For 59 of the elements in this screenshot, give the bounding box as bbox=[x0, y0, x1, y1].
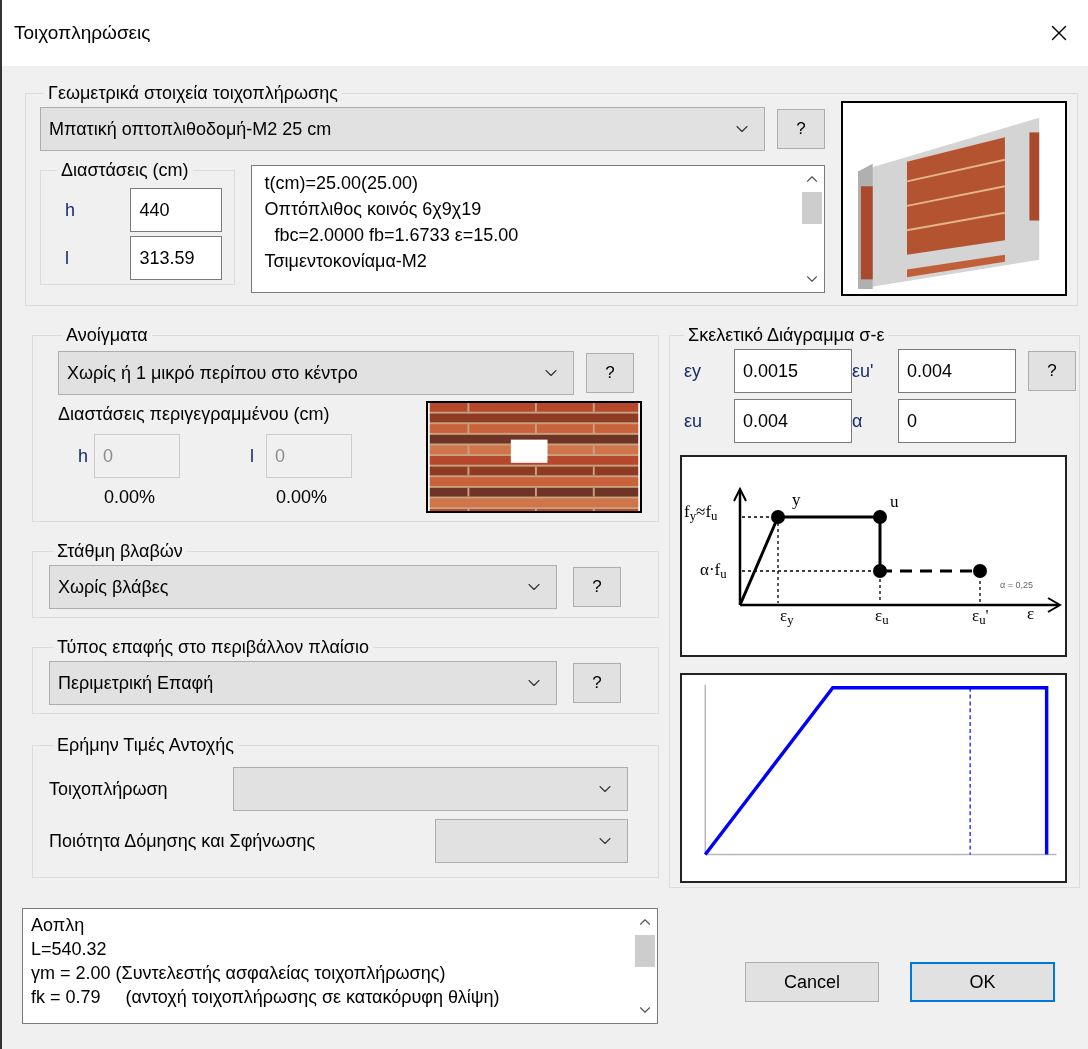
info-line: fbc=2.0000 fb=1.6733 ε=15.00 bbox=[273, 224, 520, 247]
field-label: l bbox=[249, 444, 255, 468]
scrollbar-thumb[interactable] bbox=[635, 935, 655, 967]
note-line: L=540.32 bbox=[31, 938, 108, 961]
text-field[interactable]: 0 bbox=[898, 399, 1016, 443]
field-label: εy bbox=[684, 359, 703, 383]
text-field[interactable]: 313.59 bbox=[130, 236, 223, 280]
scrollbar-thumb[interactable] bbox=[802, 192, 822, 224]
note-line: fk = 0.79 (αντοχή τοιχοπλήρωσης σε κατακόρυφη θλίψη) bbox=[31, 986, 501, 1009]
ultimate-point bbox=[873, 510, 887, 524]
help-button[interactable]: ? bbox=[586, 353, 634, 393]
end-point bbox=[973, 564, 987, 578]
dropdown[interactable]: Περιμετρική Επαφή bbox=[49, 661, 557, 705]
dropdown[interactable]: Χωρίς ή 1 μικρό περίπου στο κέντρο bbox=[58, 351, 574, 395]
note-line: γm = 2.00 (Συντελεστής ασφαλείας τοιχοπλήρωσης) bbox=[31, 962, 447, 985]
yield-point bbox=[771, 510, 785, 524]
field-label: h bbox=[64, 198, 76, 222]
group-label: Γεωμετρικά στοιχεία τοιχοπλήρωσης bbox=[47, 82, 339, 105]
group-label: Ερήμην Τιμές Αντοχής bbox=[56, 734, 235, 757]
field-label: h bbox=[77, 444, 89, 468]
field-label: εu bbox=[684, 409, 704, 433]
text-field[interactable]: 0.004 bbox=[734, 399, 852, 443]
group-label: Σκελετικό Διάγραμμα σ-ε bbox=[687, 324, 886, 347]
field-label: α bbox=[852, 409, 864, 433]
dialog-button[interactable]: OK bbox=[910, 962, 1055, 1002]
diagram-label: y bbox=[792, 491, 801, 508]
dialog-button[interactable]: Cancel bbox=[745, 962, 879, 1002]
note-line: Αοπλη bbox=[31, 914, 86, 937]
outline-label: Διαστάσεις περιγεγραμμένου (cm) bbox=[58, 403, 331, 426]
percent-value: 0.00% bbox=[276, 486, 328, 509]
field-label: l bbox=[64, 246, 70, 270]
field-label: εu' bbox=[852, 359, 875, 383]
dropdown[interactable]: Χωρίς βλάβες bbox=[49, 565, 557, 609]
dropdown[interactable]: Μπατική οπτοπλιθοδομή-Μ2 25 cm bbox=[40, 107, 765, 151]
info-line: Οπτόπλιθος κοινός 6χ9χ19 bbox=[264, 198, 483, 221]
diagram-label: u bbox=[890, 493, 899, 510]
info-line: t(cm)=25.00(25.00) bbox=[264, 172, 420, 195]
text-field[interactable]: 0.004 bbox=[898, 349, 1016, 393]
text-field[interactable]: 0.0015 bbox=[734, 349, 852, 393]
percent-value: 0.00% bbox=[104, 486, 156, 509]
window-title: Τοιχοπληρώσεις bbox=[14, 20, 151, 45]
info-line: Τσιμεντοκονίαμα-Μ2 bbox=[264, 250, 428, 273]
help-button[interactable]: ? bbox=[1028, 351, 1076, 391]
group-label: Ανοίγματα bbox=[65, 324, 149, 347]
diagram-label: α·f$_{u}$ bbox=[700, 561, 727, 578]
group-label: Διαστάσεις (cm) bbox=[60, 159, 190, 182]
residual-point bbox=[873, 564, 887, 578]
diagram-label: ε$_{u}$' bbox=[972, 607, 989, 624]
diagram-label: α = 0,25 bbox=[1000, 581, 1033, 590]
help-button[interactable]: ? bbox=[573, 567, 621, 607]
diagram-label: ε bbox=[1027, 605, 1035, 622]
field-label: Ποιότητα Δόμησης και Σφήνωσης bbox=[49, 829, 316, 853]
group-label: Τύπος επαφής στο περιβάλλον πλαίσιο bbox=[56, 636, 370, 659]
help-button[interactable]: ? bbox=[777, 109, 825, 149]
help-button[interactable]: ? bbox=[573, 663, 621, 703]
field-label: Τοιχοπλήρωση bbox=[49, 777, 168, 801]
group-label: Στάθμη βλαβών bbox=[56, 540, 184, 563]
text-field[interactable]: 440 bbox=[130, 188, 223, 232]
diagram-label: ε$_{u}$ bbox=[875, 607, 889, 624]
